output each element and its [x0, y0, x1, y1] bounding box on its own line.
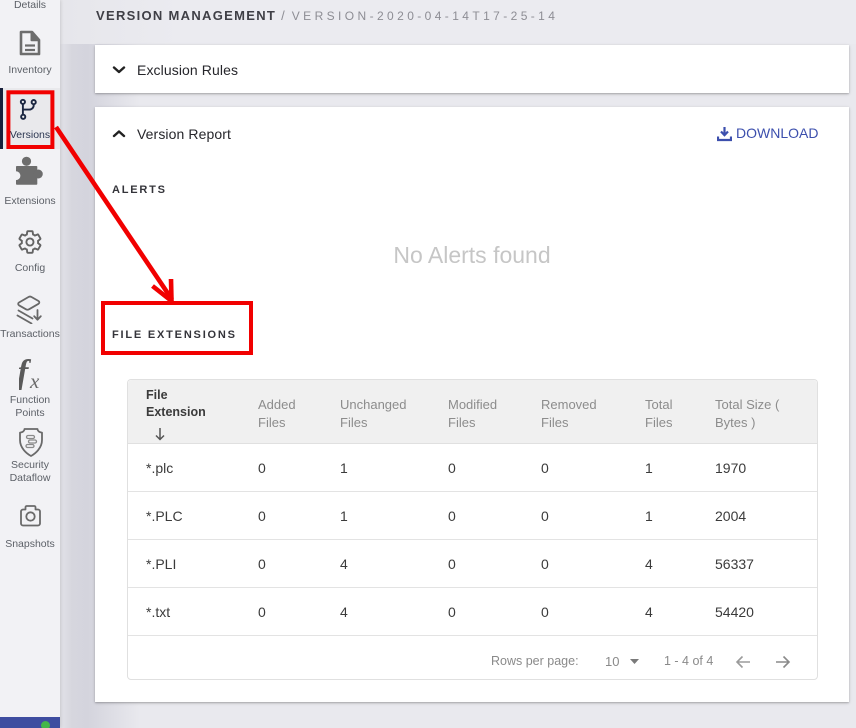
svg-text:x: x	[29, 369, 40, 393]
